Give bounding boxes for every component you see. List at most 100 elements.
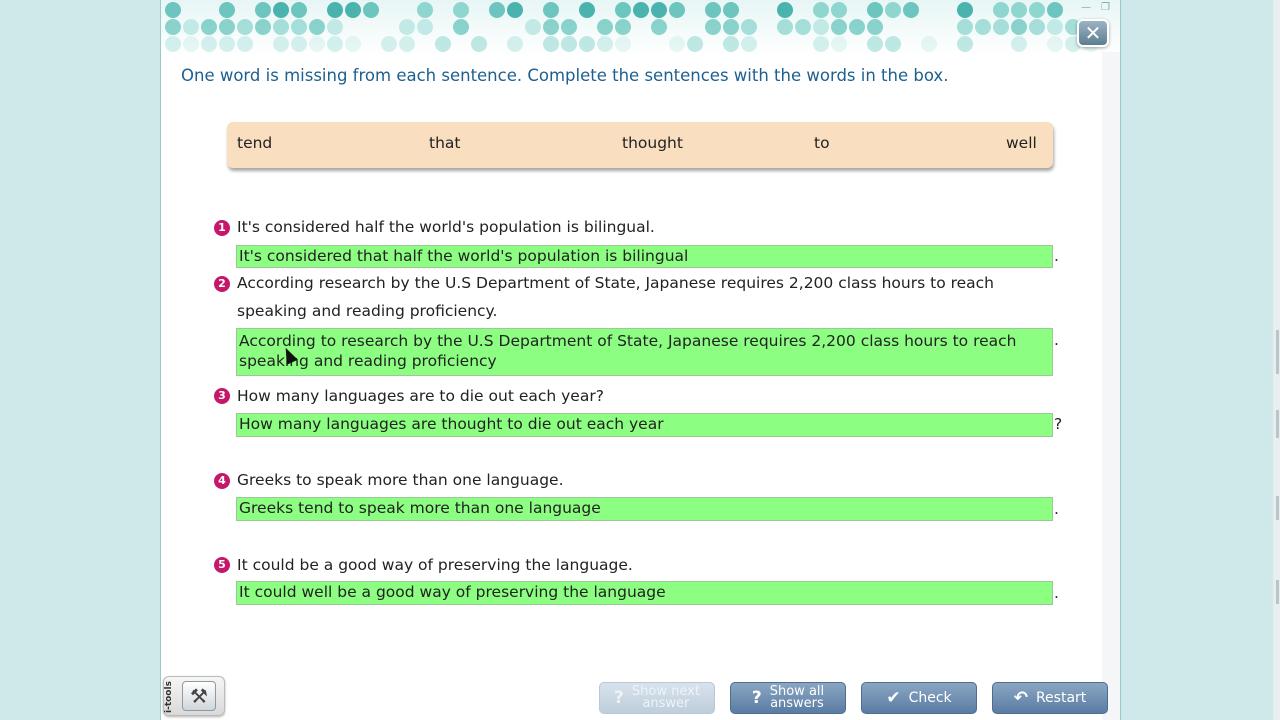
header-dot	[453, 2, 469, 18]
answer-field-1[interactable]: It's considered that half the world's po…	[236, 245, 1053, 268]
header-dot	[867, 2, 883, 18]
checkmark-icon: ✔	[886, 688, 901, 708]
restart-button[interactable]: ↶ Restart	[992, 682, 1108, 714]
show-all-answers-label: Show all answers	[769, 684, 825, 711]
header-dot	[885, 36, 901, 52]
edge-scroll-mark	[1276, 580, 1279, 604]
side-panel	[1102, 52, 1120, 720]
header-dot	[507, 36, 523, 52]
question-text-3: How many languages are to die out each y…	[237, 387, 604, 405]
header-dot	[507, 2, 523, 18]
header-dot	[543, 19, 559, 35]
word-to: to	[814, 134, 830, 152]
exercise-window: — ❐ ✕ One word is missing from each sent…	[160, 0, 1121, 720]
header-dot	[957, 2, 973, 18]
question-text-5: It could be a good way of preserving the…	[237, 556, 633, 574]
header-dot	[183, 36, 199, 52]
minimize-icon[interactable]: —	[1081, 2, 1091, 13]
header-dot	[237, 36, 253, 52]
header-dot	[669, 36, 685, 52]
check-button[interactable]: ✔ Check	[861, 682, 977, 714]
header-dot	[651, 19, 667, 35]
restart-arrow-icon: ↶	[1013, 688, 1028, 708]
answer-field-3[interactable]: How many languages are thought to die ou…	[236, 413, 1053, 437]
header-dot	[327, 36, 343, 52]
word-tend: tend	[237, 134, 273, 152]
header-dot	[489, 2, 505, 18]
header-dot	[309, 19, 325, 35]
header-dot	[957, 19, 973, 35]
header-dot	[723, 2, 739, 18]
question-number-3: 3	[214, 388, 230, 404]
show-all-answers-button[interactable]: ? Show all answers	[730, 682, 846, 714]
header-dot	[993, 19, 1009, 35]
header-dot	[921, 36, 937, 52]
header-dot	[381, 36, 397, 52]
header-dot	[723, 19, 739, 35]
header-dot	[651, 2, 667, 18]
show-next-answer-label: Show next answer	[631, 684, 700, 711]
header-dot	[525, 19, 541, 35]
end-punct-3: ?	[1054, 415, 1063, 433]
header-dot	[255, 2, 271, 18]
header-dot	[219, 19, 235, 35]
word-well: well	[1006, 134, 1037, 152]
header-dot	[831, 2, 847, 18]
header-dot	[1047, 36, 1063, 52]
header-dot	[723, 36, 739, 52]
header-dot	[165, 19, 181, 35]
header-dot	[219, 36, 235, 52]
header-dot	[903, 2, 919, 18]
header-dot	[291, 19, 307, 35]
header-dot	[1029, 19, 1045, 35]
header-dot	[615, 36, 631, 52]
answer-field-5[interactable]: It could well be a good way of preservin…	[236, 581, 1053, 605]
header-dot	[597, 36, 613, 52]
header-dot	[309, 36, 325, 52]
header-dot	[795, 19, 811, 35]
header-dot	[471, 36, 487, 52]
header-dot	[273, 19, 289, 35]
header-dot	[273, 2, 289, 18]
itools-label: i-tools	[164, 681, 174, 713]
header-dot	[363, 2, 379, 18]
close-button[interactable]: ✕	[1077, 19, 1109, 47]
header-dot	[183, 19, 199, 35]
question-mark-icon: ?	[614, 688, 624, 708]
header-dot	[615, 2, 631, 18]
header-dot	[327, 2, 343, 18]
header-dot	[741, 19, 757, 35]
itools-button[interactable]: i-tools ⚒	[163, 676, 225, 716]
header-dot	[597, 19, 613, 35]
end-punct-5: .	[1054, 584, 1059, 602]
header-dot	[273, 36, 289, 52]
end-punct-4: .	[1054, 500, 1059, 518]
question-mark-icon: ?	[751, 688, 762, 708]
header-dot	[993, 2, 1009, 18]
header-dot	[867, 19, 883, 35]
check-label: Check	[908, 690, 952, 706]
decorative-header	[161, 0, 1120, 56]
show-next-answer-button[interactable]: ? Show next answer	[599, 682, 715, 714]
header-dot	[1047, 2, 1063, 18]
header-dot	[579, 36, 595, 52]
header-dot	[543, 2, 559, 18]
header-dot	[417, 19, 433, 35]
header-dot	[777, 19, 793, 35]
header-dot	[561, 36, 577, 52]
answer-field-2[interactable]: According to research by the U.S Departm…	[236, 328, 1053, 376]
header-dot	[291, 2, 307, 18]
header-dot	[435, 36, 451, 52]
header-dot	[1011, 19, 1027, 35]
question-text-1: It's considered half the world's populat…	[237, 218, 655, 236]
header-dot	[453, 19, 469, 35]
header-dot	[255, 19, 271, 35]
answer-field-4[interactable]: Greeks tend to speak more than one langu…	[236, 497, 1053, 521]
header-dot	[201, 19, 217, 35]
header-dot	[705, 2, 721, 18]
header-dot	[957, 36, 973, 52]
restore-icon[interactable]: ❐	[1101, 2, 1110, 13]
header-dot	[561, 19, 577, 35]
header-dot	[543, 36, 559, 52]
header-dot	[399, 19, 415, 35]
